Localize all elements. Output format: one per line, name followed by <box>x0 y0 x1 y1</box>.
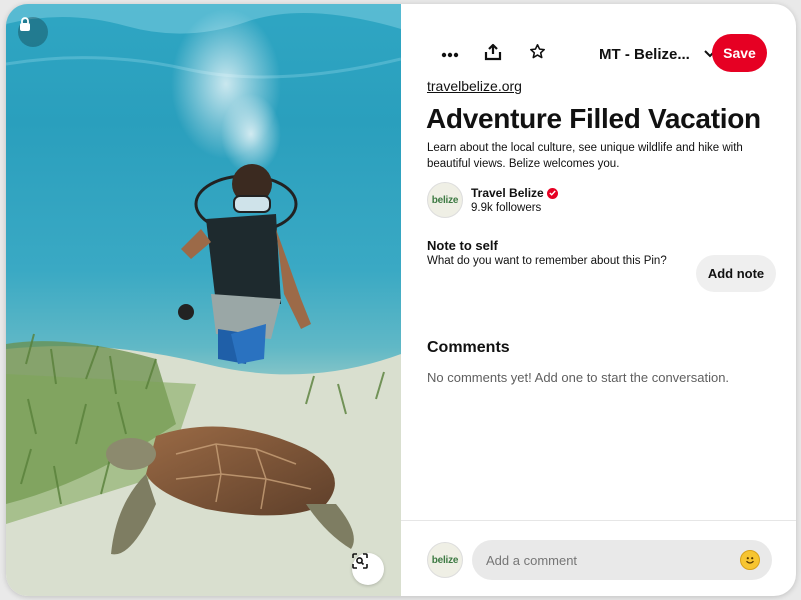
pin-closeup-card: MT - Belize... Save travelbelize.org Adv… <box>6 4 796 596</box>
comments-title: Comments <box>427 339 510 356</box>
comments-empty-state: No comments yet! Add one to start the co… <box>427 370 730 385</box>
note-prompt: What do you want to remember about this … <box>427 255 667 267</box>
pin-description: Learn about the local culture, see uniqu… <box>427 142 743 170</box>
favorite-button[interactable] <box>517 34 557 74</box>
creator-name-link[interactable]: Travel Belize <box>471 186 558 200</box>
avatar-logo-text: belize <box>431 194 459 206</box>
share-icon <box>484 43 502 66</box>
lock-icon <box>18 17 48 47</box>
user-avatar[interactable]: belize <box>427 542 463 578</box>
creator-avatar[interactable]: belize <box>427 182 463 218</box>
comment-input[interactable] <box>472 540 732 580</box>
more-options-button[interactable] <box>430 34 470 74</box>
board-name: MT - Belize... <box>599 45 690 63</box>
note-title: Note to self <box>427 238 498 253</box>
creator-followers: 9.9k followers <box>471 202 542 214</box>
divider <box>401 520 796 521</box>
source-link[interactable]: travelbelize.org <box>427 78 522 94</box>
underwater-scene-illustration <box>6 4 401 596</box>
save-button[interactable]: Save <box>712 34 767 72</box>
verified-badge-icon <box>546 187 558 199</box>
comment-input-container <box>472 540 772 580</box>
star-icon <box>529 43 546 65</box>
pin-image[interactable] <box>6 4 401 596</box>
board-dropdown[interactable]: MT - Belize... <box>599 42 716 66</box>
ellipsis-icon <box>441 45 459 63</box>
avatar-logo-text: belize <box>431 554 459 566</box>
pin-details-panel: MT - Belize... Save travelbelize.org Adv… <box>401 4 796 596</box>
smiley-emoji-icon[interactable] <box>740 550 760 570</box>
add-note-button[interactable]: Add note <box>696 255 776 292</box>
pin-title: Adventure Filled Vacation <box>426 103 761 134</box>
creator-info: Travel Belize 9.9k followers <box>471 186 558 214</box>
visual-search-button[interactable] <box>352 553 384 585</box>
pin-toolbar: MT - Belize... Save <box>401 34 796 74</box>
creator-section: belize Travel Belize 9.9k followers <box>427 181 558 219</box>
comment-composer: belize <box>427 540 777 580</box>
share-button[interactable] <box>473 34 513 74</box>
creator-name: Travel Belize <box>471 186 544 200</box>
